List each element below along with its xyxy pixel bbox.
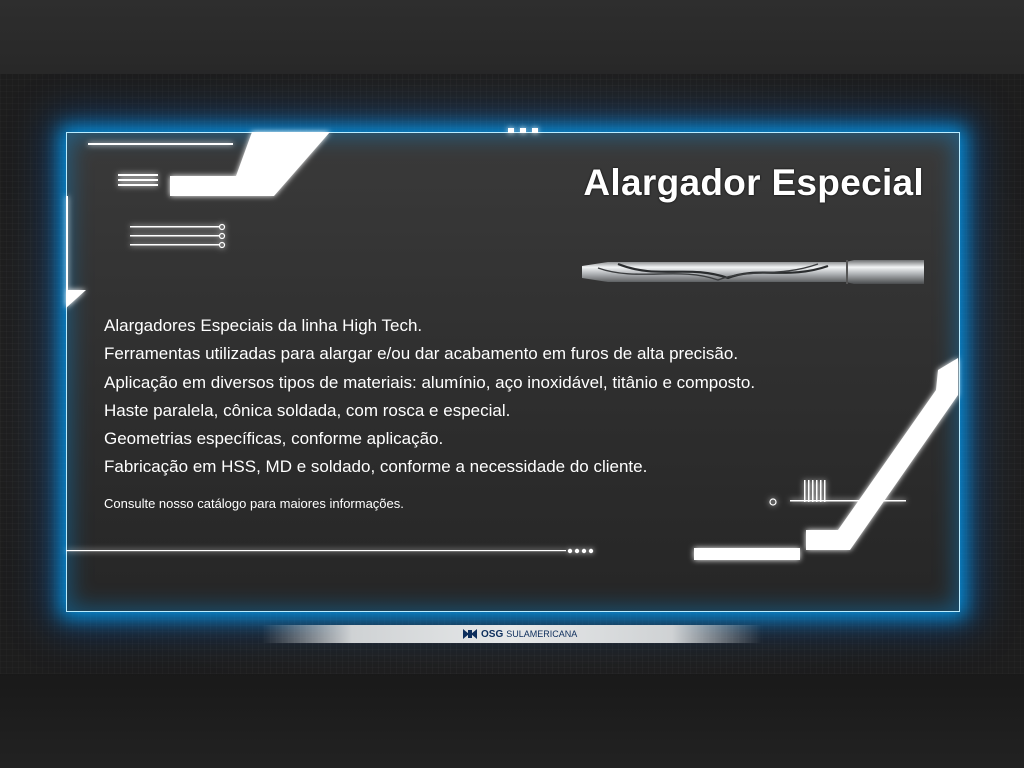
description-block: Alargadores Especiais da linha High Tech… [104,312,884,511]
description-line: Alargadores Especiais da linha High Tech… [104,316,423,335]
description-line: Aplicação em diversos tipos de materiais… [104,372,756,392]
logo-brand: OSG [481,628,504,640]
bottom-band [0,672,1024,768]
description-line: Ferramentas utilizadas para alargar e/ou… [104,344,739,364]
osg-logo: OSG SULAMERICANA [462,627,577,641]
page-title: Alargador Especial [583,162,924,203]
description-line: Fabricação em HSS, MD e soldado, conform… [104,457,648,477]
description-line: Geometrias específicas, conforme aplicaç… [104,429,444,449]
catalog-note: Consulte nosso catálogo para maiores inf… [104,495,404,511]
reamer-tool-image [582,260,924,284]
osg-logo-icon [463,629,477,639]
logo-suffix: SULAMERICANA [506,629,578,639]
description-line: Haste paralela, cônica soldada, com rosc… [104,400,511,420]
